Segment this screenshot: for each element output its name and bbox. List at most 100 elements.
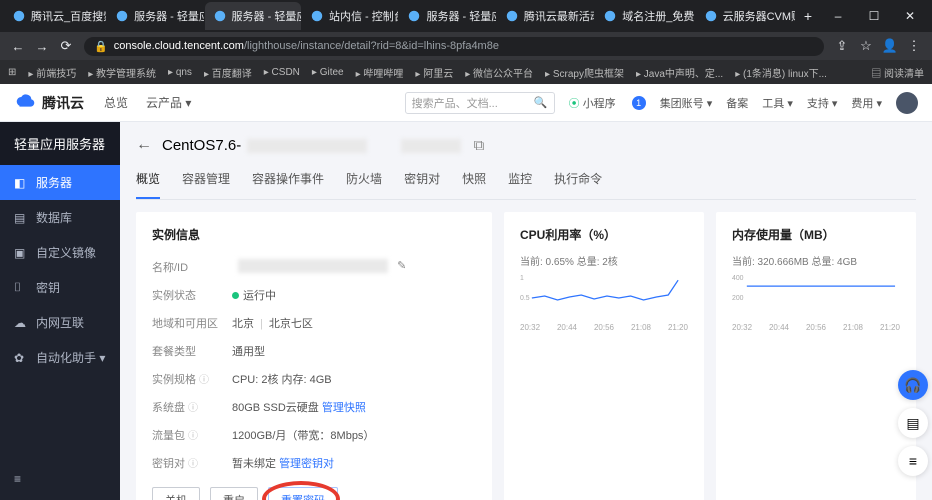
sidebar-item[interactable]: ▤数据库 — [0, 200, 120, 235]
share-icon[interactable]: ⇪ — [830, 38, 854, 54]
sidebar: 轻量应用服务器 ◧服务器▤数据库▣自定义镜像⌷密钥☁内网互联✿自动化助手 ▾ ≡ — [0, 122, 120, 500]
sidebar-item[interactable]: ✿自动化助手 ▾ — [0, 340, 120, 375]
address-bar: ← → ⟳ 🔒 console.cloud.tencent.com /light… — [0, 32, 932, 60]
svg-text:200: 200 — [732, 295, 744, 302]
page-tab[interactable]: 容器操作事件 — [252, 162, 324, 199]
page-tab[interactable]: 密钥对 — [404, 162, 440, 199]
page-tab[interactable]: 快照 — [462, 162, 486, 199]
info-icon[interactable]: ⓘ — [199, 375, 209, 386]
edit-icon[interactable]: ✎ — [397, 260, 406, 272]
svg-text:0.5: 0.5 — [520, 295, 530, 302]
reading-list[interactable]: ▤ 阅读清单 — [871, 65, 924, 80]
tools-menu[interactable]: 工具 ▾ — [762, 95, 793, 111]
bookmark-item[interactable]: ▸ 教学管理系统 — [88, 65, 156, 80]
forward-button[interactable]: → — [30, 39, 54, 54]
apps-icon[interactable]: ⊞ — [8, 67, 16, 78]
sidebar-title: 轻量应用服务器 — [0, 122, 120, 165]
browser-tab[interactable]: 域名注册_免费S× — [595, 2, 694, 30]
sidebar-icon: ✿ — [14, 351, 28, 365]
manage-keypair-link[interactable]: 管理密钥对 — [279, 458, 334, 470]
svg-text:400: 400 — [732, 275, 744, 282]
page-tab[interactable]: 防火墙 — [346, 162, 382, 199]
bookmark-item[interactable]: ▸ Scrapy爬虫框架 — [545, 65, 624, 80]
bookmarks-bar: ⊞ ▸ 前端技巧 ▸ 教学管理系统 ▸ qns ▸ 百度翻译 ▸ CSDN ▸ Gitee ▸… — [0, 60, 932, 84]
billing-menu[interactable]: 费用 ▾ — [851, 95, 882, 111]
page-tabs: 概览容器管理容器操作事件防火墙密钥对快照监控执行命令 — [136, 162, 916, 200]
bookmark-item[interactable]: ▸ CSDN — [264, 67, 300, 78]
notif-badge[interactable]: 1 — [632, 96, 646, 110]
sidebar-item[interactable]: ◧服务器 — [0, 165, 120, 200]
shutdown-button[interactable]: 关机 — [152, 487, 200, 500]
instance-info-title: 实例信息 — [152, 226, 476, 243]
sidebar-icon: ▣ — [14, 246, 28, 260]
browser-tab[interactable]: 服务器 - 轻量应× — [107, 2, 203, 30]
url-host: console.cloud.tencent.com — [114, 40, 244, 52]
cloud-header: 腾讯云 总览 云产品 ▾ 搜索产品、文档... 🔍 ⦿ 小程序 1 集团账号 ▾… — [0, 84, 932, 122]
instance-info-card: 实例信息 名称/ID ✎ 实例状态运行中 地域和可用区北京|北京七区 套餐类型通… — [136, 212, 492, 500]
reload-button[interactable]: ⟳ — [54, 38, 78, 54]
feedback-icon[interactable]: ▤ — [898, 408, 928, 438]
avatar[interactable] — [896, 92, 918, 114]
global-search[interactable]: 搜索产品、文档... 🔍 — [405, 92, 555, 114]
manage-snapshot-link[interactable]: 管理快照 — [322, 402, 366, 414]
bookmark-item[interactable]: ▸ 阿里云 — [415, 65, 453, 80]
sidebar-item[interactable]: ▣自定义镜像 — [0, 235, 120, 270]
browser-tab[interactable]: 服务器 - 轻量应× — [205, 2, 301, 30]
sidebar-item[interactable]: ☁内网互联 — [0, 305, 120, 340]
nav-products[interactable]: 云产品 ▾ — [146, 94, 191, 111]
more-icon[interactable]: ≡ — [898, 446, 928, 476]
new-tab-button[interactable]: + — [796, 8, 820, 24]
logo[interactable]: 腾讯云 — [14, 92, 84, 114]
beian-link[interactable]: 备案 — [726, 95, 748, 111]
lock-icon: 🔒 — [94, 40, 108, 53]
info-icon[interactable]: ⓘ — [188, 403, 198, 414]
browser-tab[interactable]: 云服务器CVM购× — [696, 2, 795, 30]
info-icon[interactable]: ⓘ — [188, 431, 198, 442]
bookmark-item[interactable]: ▸ 哔哩哔哩 — [356, 65, 404, 80]
back-button[interactable]: ← — [6, 39, 30, 54]
sidebar-item[interactable]: ⌷密钥 — [0, 270, 120, 305]
menu-icon[interactable]: ⋮ — [902, 38, 926, 54]
close-button[interactable]: ✕ — [892, 9, 928, 23]
sidebar-icon: ☁ — [14, 316, 28, 330]
browser-tab-strip: 腾讯云_百度搜索×服务器 - 轻量应×服务器 - 轻量应×站内信 - 控制台×服… — [0, 0, 932, 32]
mem-chart-card: 内存使用量（MB） 当前: 320.666MB 总量: 4GB 400200 2… — [716, 212, 916, 500]
headset-icon[interactable]: 🎧 — [898, 370, 928, 400]
browser-tab[interactable]: 站内信 - 控制台× — [302, 2, 398, 30]
page-tab[interactable]: 监控 — [508, 162, 532, 199]
mem-chart: 400 200 — [732, 272, 900, 318]
nav-overview[interactable]: 总览 — [104, 94, 128, 111]
miniapp-link[interactable]: ⦿ 小程序 — [569, 95, 616, 111]
support-menu[interactable]: 支持 ▾ — [807, 95, 838, 111]
bookmark-item[interactable]: ▸ 百度翻译 — [204, 65, 252, 80]
reset-password-button[interactable]: 重置密码 — [268, 487, 338, 500]
minimize-button[interactable]: – — [820, 9, 856, 23]
browser-tab[interactable]: 腾讯云_百度搜索× — [4, 2, 106, 30]
sidebar-collapse[interactable]: ≡ — [0, 464, 120, 494]
info-icon[interactable]: ⓘ — [188, 459, 198, 470]
bookmark-item[interactable]: ▸ Gitee — [312, 67, 344, 78]
sidebar-icon: ▤ — [14, 211, 28, 225]
cpu-chart: 10.5 — [520, 272, 688, 318]
url-input[interactable]: 🔒 console.cloud.tencent.com /lighthouse/… — [84, 37, 824, 56]
browser-tab[interactable]: 服务器 - 轻量应× — [399, 2, 495, 30]
bookmark-item[interactable]: ▸ qns — [168, 67, 192, 78]
copy-icon[interactable]: ⧉ — [474, 137, 485, 154]
browser-tab[interactable]: 腾讯云最新活动× — [497, 2, 594, 30]
page-tab[interactable]: 概览 — [136, 162, 160, 199]
bookmark-item[interactable]: ▸ 前端技巧 — [28, 65, 76, 80]
maximize-button[interactable]: ☐ — [856, 9, 892, 23]
float-toolbar: 🎧 ▤ ≡ — [898, 370, 928, 476]
bookmark-item[interactable]: ▸ Java中声明、定... — [636, 65, 723, 80]
status-badge: 运行中 — [243, 290, 276, 302]
group-account[interactable]: 集团账号 ▾ — [660, 95, 713, 111]
back-arrow[interactable]: ← — [136, 136, 152, 154]
profile-icon[interactable]: 👤 — [878, 38, 902, 54]
bookmark-item[interactable]: ▸ 微信公众平台 — [465, 65, 533, 80]
cloud-logo-icon — [14, 92, 36, 114]
bookmark-item[interactable]: ▸ (1条消息) linux下... — [735, 65, 827, 80]
reboot-button[interactable]: 重启 — [210, 487, 258, 500]
page-tab[interactable]: 执行命令 — [554, 162, 602, 199]
star-icon[interactable]: ☆ — [854, 38, 878, 54]
page-tab[interactable]: 容器管理 — [182, 162, 230, 199]
